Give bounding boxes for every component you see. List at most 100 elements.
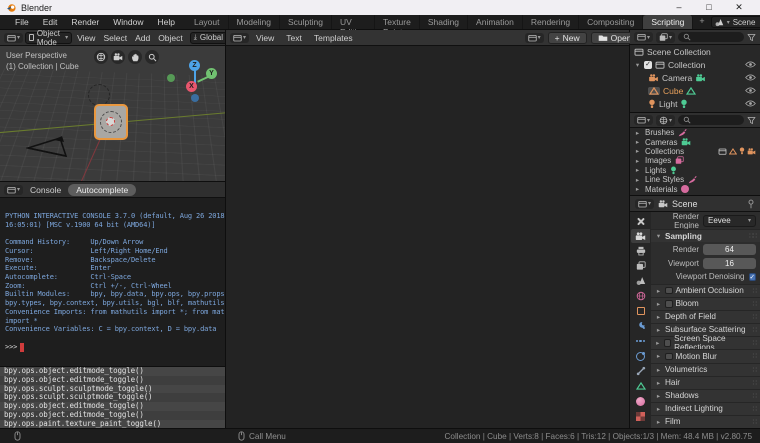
tab-physics[interactable] [631,349,650,363]
disclosure-icon[interactable]: ▸ [634,147,641,155]
menu-view[interactable]: View [251,33,279,43]
render-samples-field[interactable]: 64 [703,243,756,255]
panel-grip-icon[interactable]: ∷ [753,339,758,347]
tab-scripting[interactable]: Scripting [643,15,694,29]
disclosure-icon[interactable]: ▸ [634,166,641,174]
panel-grip-icon[interactable]: ∷ [753,405,758,413]
axis-gizmo[interactable]: Z Y X [167,60,217,104]
tab-texture-paint[interactable]: Texture Paint [375,15,420,37]
panel-checkbox[interactable] [663,339,672,347]
render-engine-select[interactable]: Eevee ▾ [703,214,756,227]
panel-sampling[interactable]: ▾ Sampling ∷∷ [651,229,760,243]
disclosure-icon[interactable]: ▸ [634,176,641,184]
panel-screen-space-reflections[interactable]: ▸ Screen Space Reflections ∷ [651,334,760,352]
tab-shading[interactable]: Shading [420,15,469,29]
tab-texture[interactable] [631,409,650,423]
new-text-button[interactable]: + New [547,31,587,44]
tab-modifiers[interactable] [631,319,650,333]
tab-object[interactable] [631,304,650,318]
tab-material[interactable] [631,394,650,408]
info-log-line[interactable]: bpy.ops.paint.texture_paint_toggle() [0,419,225,428]
menu-help[interactable]: Help [150,17,181,27]
blend-row-collections[interactable]: ▸ Collections [630,147,760,156]
menu-window[interactable]: Window [106,17,150,27]
display-mode-button[interactable]: ▾ [656,114,676,126]
eye-icon[interactable] [745,61,756,68]
viewport-editor-type-button[interactable]: ▾ [4,32,24,43]
axis-x-ball[interactable]: X [186,81,197,92]
eye-icon[interactable] [745,87,756,94]
text-editor-canvas[interactable] [226,46,629,428]
blend-row-brushes[interactable]: ▸ Brushes [630,128,760,137]
denoising-checkbox[interactable]: ✓ [748,273,756,281]
outliner-row-scene-collection[interactable]: Scene Collection [630,45,760,58]
axis-y-ball[interactable]: Y [206,68,217,79]
menu-file[interactable]: File [8,17,36,27]
projection-toggle-button[interactable] [94,50,108,64]
disclosure-icon[interactable]: ▸ [634,157,641,165]
orientation-select[interactable]: ⤓ Global [189,31,225,44]
panel-bloom[interactable]: ▸ Bloom ∷ [651,296,760,310]
console-editor-type-button[interactable]: ▾ [4,184,24,195]
panel-grip-icon[interactable]: ∷∷ [749,232,757,240]
tab-rendering[interactable]: Rendering [523,15,580,29]
axis-neg-z-ball[interactable] [191,94,199,102]
outliner-row-camera[interactable]: Camera [630,71,760,84]
panel-grip-icon[interactable]: ∷ [753,352,758,360]
panel-depth-of-field[interactable]: ▸ Depth of Field ∷ [651,309,760,323]
tab-scene[interactable] [631,274,650,288]
add-workspace-button[interactable]: + [693,15,710,29]
display-mode-button[interactable]: ▾ [656,31,676,43]
panel-ambient-occlusion[interactable]: ▸ Ambient Occlusion ∷ [651,283,760,297]
tab-uv-editing[interactable]: UV Editing [332,15,375,37]
tab-sculpting[interactable]: Sculpting [280,15,332,29]
minimize-button[interactable]: – [664,2,694,13]
python-console[interactable]: ▾ Console Autocomplete PYTHON INTERACTIV… [0,181,226,366]
tab-particles[interactable] [631,334,650,348]
blend-row-images[interactable]: ▸ Images [630,156,760,165]
filter-icon[interactable] [747,116,756,125]
panel-volumetrics[interactable]: ▸ Volumetrics ∷ [651,362,760,376]
filter-icon[interactable] [747,33,756,42]
blend-row-line-styles[interactable]: ▸ Line Styles [630,175,760,184]
panel-grip-icon[interactable]: ∷ [753,326,758,334]
tab-layout[interactable]: Layout [186,15,229,29]
collection-checkbox[interactable]: ✓ [644,60,652,69]
tab-render[interactable] [631,229,650,243]
panel-grip-icon[interactable]: ∷ [753,366,758,374]
tab-modeling[interactable]: Modeling [229,15,280,29]
panel-checkbox[interactable] [665,286,673,295]
autocomplete-button[interactable]: Autocomplete [68,183,137,196]
panel-grip-icon[interactable]: ∷ [753,379,758,387]
text-editor[interactable]: ▾ View Text Templates ▾ + New Open [226,30,678,428]
outliner-blend-file[interactable]: ▾ ▾ ▸ Brushes ▸ Cameras ▸ Collections ▸ … [630,112,760,195]
tab-data[interactable] [631,379,650,393]
viewport-3d[interactable]: ▾ Object Mode ▾ View Select Add Object ⤓… [0,30,226,181]
tab-compositing[interactable]: Compositing [579,15,644,29]
maximize-button[interactable]: □ [694,2,724,13]
light-object[interactable] [88,84,110,106]
disclosure-icon[interactable]: ▸ [634,129,641,137]
properties-editor[interactable]: ▾ Scene Render Engine Eevee ▾ ▾ Sampling… [630,195,760,428]
outliner-search-input[interactable] [678,115,744,125]
info-editor[interactable]: bpy.ops.object.editmode_toggle() bpy.ops… [0,366,226,428]
panel-indirect-lighting[interactable]: ▸ Indirect Lighting ∷ [651,401,760,415]
menu-object[interactable]: Object [155,33,186,43]
disclosure-icon[interactable]: ▸ [634,185,641,193]
eye-icon[interactable] [745,74,756,81]
blend-row-lights[interactable]: ▸ Lights [630,166,760,175]
blend-row-materials[interactable]: ▸ Materials [630,184,760,194]
menu-view[interactable]: View [74,33,98,43]
panel-hair[interactable]: ▸ Hair ∷ [651,375,760,389]
menu-text[interactable]: Text [281,33,307,43]
outliner-row-collection[interactable]: ▾ ✓ Collection [630,58,760,71]
console-prompt-row[interactable]: >>> [5,343,220,352]
outliner-row-cube[interactable]: Cube [630,84,760,97]
panel-grip-icon[interactable]: ∷ [753,313,758,321]
outliner-row-light[interactable]: Light [630,97,760,110]
blend-row-cameras[interactable]: ▸ Cameras [630,137,760,147]
panel-grip-icon[interactable]: ∷ [753,392,758,400]
eye-icon[interactable] [745,100,756,107]
text-editor-type-button[interactable]: ▾ [230,32,250,43]
pan-view-button[interactable] [128,50,142,64]
